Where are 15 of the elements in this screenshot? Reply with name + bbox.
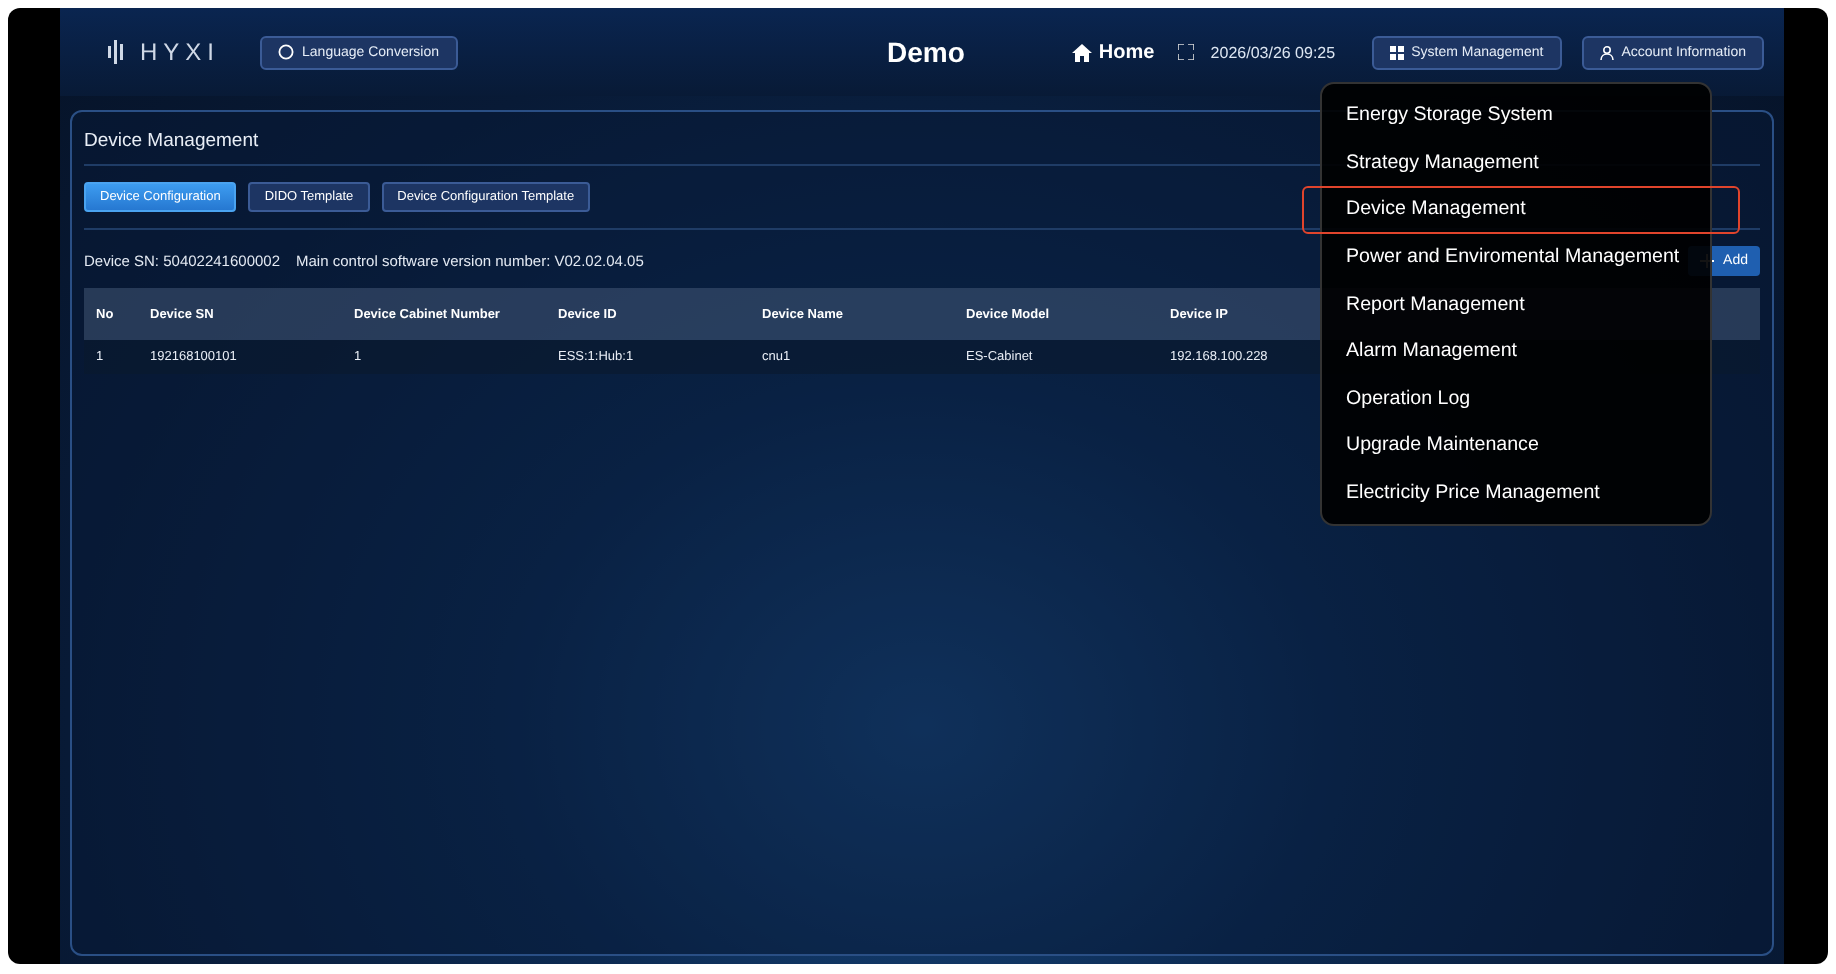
user-icon <box>1599 45 1614 59</box>
home-link[interactable]: Home <box>1072 41 1155 63</box>
menu-item[interactable]: Electricity Price Management <box>1322 469 1710 517</box>
datetime: 2026/03/26 09:25 <box>1210 43 1336 61</box>
menu-item[interactable]: Report Management <box>1322 280 1710 328</box>
menu-item[interactable]: Device Management <box>1302 186 1740 234</box>
logo-icon <box>108 40 128 64</box>
menu-item[interactable]: Operation Log <box>1322 375 1710 423</box>
home-icon <box>1072 43 1093 61</box>
menu-item[interactable]: Alarm Management <box>1322 327 1710 376</box>
menu-item[interactable]: Upgrade Maintenance <box>1322 422 1710 470</box>
grid-icon <box>1389 45 1404 59</box>
page-title: Demo <box>887 36 965 68</box>
logo-text: HYXI <box>140 38 221 66</box>
fullscreen-icon[interactable] <box>1178 44 1195 60</box>
